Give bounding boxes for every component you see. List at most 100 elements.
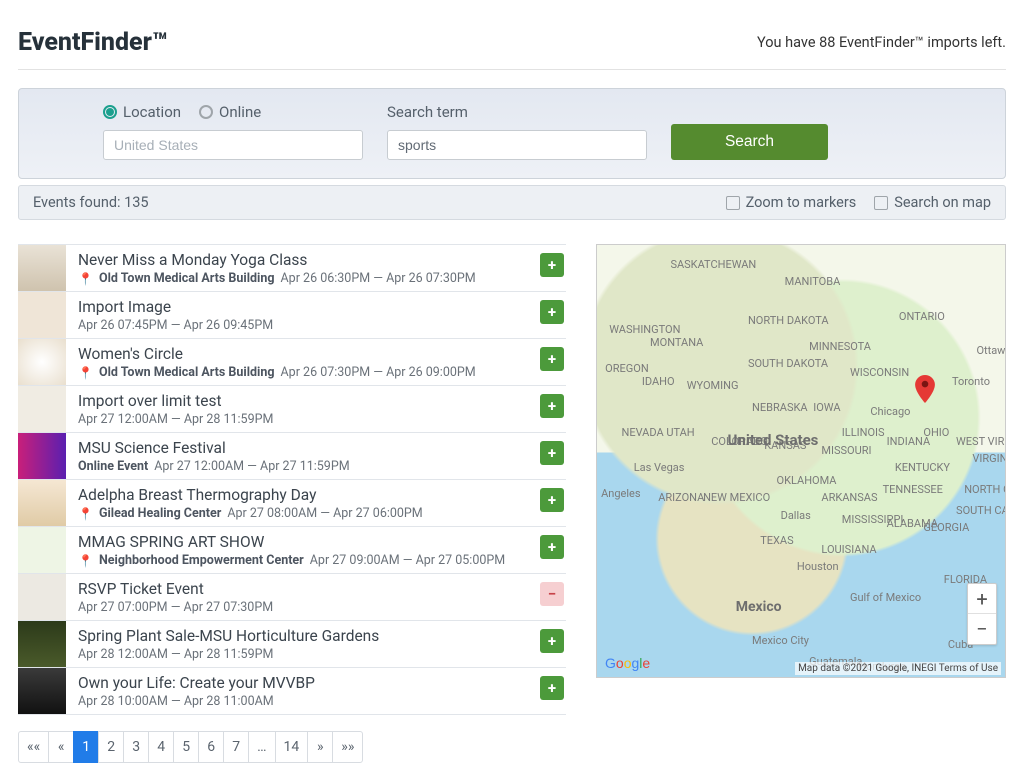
- checkbox-icon: [726, 196, 740, 210]
- map-label: VIRGINIA: [972, 452, 1006, 465]
- radio-location[interactable]: Location: [103, 103, 181, 121]
- page-…[interactable]: …: [248, 731, 275, 763]
- map-label: Chicago: [870, 405, 910, 418]
- map-label: OKLAHOMA: [777, 474, 837, 487]
- search-button[interactable]: Search: [671, 124, 828, 160]
- event-row[interactable]: MSU Science FestivalOnline EventApr 27 1…: [18, 433, 566, 480]
- location-pin-icon: 📍: [78, 507, 93, 521]
- event-meta: 📍Neighborhood Empowerment CenterApr 27 0…: [78, 553, 528, 568]
- map[interactable]: SASKATCHEWANMANITOBAONTARIOWASHINGTONMON…: [596, 244, 1006, 678]
- event-thumbnail: [18, 339, 66, 385]
- radio-online[interactable]: Online: [199, 103, 261, 121]
- zoom-in-button[interactable]: +: [968, 584, 996, 614]
- event-thumbnail: [18, 574, 66, 620]
- event-time: Apr 27 12:00AM — Apr 28 11:59PM: [78, 412, 273, 427]
- add-event-button[interactable]: +: [540, 347, 564, 371]
- map-label: Houston: [797, 560, 839, 573]
- page-14[interactable]: 14: [275, 731, 309, 763]
- add-event-button[interactable]: +: [540, 394, 564, 418]
- page-1[interactable]: 1: [73, 731, 99, 763]
- event-row[interactable]: MMAG SPRING ART SHOW📍Neighborhood Empowe…: [18, 527, 566, 574]
- event-time: Apr 27 07:00PM — Apr 27 07:30PM: [78, 600, 273, 615]
- event-time: Apr 28 10:00AM — Apr 28 11:00AM: [78, 694, 274, 709]
- map-label: NEBRASKA: [752, 401, 808, 414]
- event-list: Never Miss a Monday Yoga Class 📍Old Town …: [18, 244, 566, 715]
- event-body: MMAG SPRING ART SHOW📍Neighborhood Empowe…: [66, 527, 534, 573]
- add-event-button[interactable]: +: [540, 629, 564, 653]
- map-label: IOWA: [813, 401, 840, 414]
- map-label: IDAHO: [642, 375, 675, 388]
- event-row[interactable]: Import Image Apr 26 07:45PM — Apr 26 09:4…: [18, 292, 566, 339]
- radio-dot-icon: [103, 105, 117, 119]
- map-attribution: Map data ©2021 Google, INEGI Terms of Us…: [795, 662, 1001, 675]
- event-thumbnail: [18, 386, 66, 432]
- event-title: Import Image: [78, 298, 528, 316]
- map-label: MANITOBA: [785, 275, 841, 288]
- page-5[interactable]: 5: [173, 731, 199, 763]
- add-event-button[interactable]: +: [540, 441, 564, 465]
- event-meta: 📍Old Town Medical Arts BuildingApr 26 07…: [78, 365, 528, 380]
- location-input[interactable]: [103, 130, 363, 160]
- page-7[interactable]: 7: [223, 731, 249, 763]
- event-title: Never Miss a Monday Yoga Class: [78, 251, 528, 269]
- map-label: ILLINOIS: [842, 426, 885, 439]
- event-row[interactable]: Never Miss a Monday Yoga Class📍Old Town …: [18, 244, 566, 292]
- google-logo: Google: [605, 655, 650, 671]
- event-row[interactable]: Spring Plant Sale-MSU Horticulture Garde…: [18, 621, 566, 668]
- zoom-to-markers-checkbox[interactable]: Zoom to markers: [726, 194, 857, 211]
- event-meta: Apr 26 07:45PM — Apr 26 09:45PM: [78, 318, 528, 333]
- add-event-button[interactable]: +: [540, 253, 564, 277]
- map-label: Dallas: [781, 509, 811, 522]
- add-event-button[interactable]: +: [540, 676, 564, 700]
- page-»[interactable]: »: [307, 731, 333, 763]
- event-row[interactable]: Adelpha Breast Thermography Day 📍Gilead H…: [18, 480, 566, 527]
- event-title: Spring Plant Sale-MSU Horticulture Garde…: [78, 627, 528, 645]
- map-label: INDIANA: [887, 435, 930, 448]
- map-marker-icon[interactable]: [915, 375, 935, 403]
- search-on-map-checkbox[interactable]: Search on map: [874, 194, 991, 211]
- location-pin-icon: 📍: [78, 272, 93, 286]
- map-label: MINNESOTA: [809, 340, 871, 353]
- page-««[interactable]: ««: [18, 731, 49, 763]
- page-«[interactable]: «: [48, 731, 74, 763]
- event-row[interactable]: Own your Life: Create your MVVBP Apr 28 1…: [18, 668, 566, 715]
- event-row[interactable]: Import over limit test Apr 27 12:00AM — A…: [18, 386, 566, 433]
- page-3[interactable]: 3: [123, 731, 149, 763]
- map-label: WYOMING: [687, 379, 739, 392]
- add-event-button[interactable]: +: [540, 300, 564, 324]
- event-meta: Online EventApr 27 12:00AM — Apr 27 11:5…: [78, 459, 528, 474]
- search-term-label: Search term: [387, 103, 647, 130]
- event-title: Own your Life: Create your MVVBP: [78, 674, 528, 692]
- event-title: Adelpha Breast Thermography Day: [78, 486, 528, 504]
- map-country-us: United States: [728, 431, 819, 449]
- event-meta: Apr 28 10:00AM — Apr 28 11:00AM: [78, 694, 528, 709]
- event-location: Online Event: [78, 459, 148, 474]
- map-label: SOUTH CAROLINA: [956, 504, 1006, 517]
- event-row[interactable]: RSVP Ticket EventApr 27 07:00PM — Apr 27…: [18, 574, 566, 621]
- event-thumbnail: [18, 480, 66, 526]
- map-label: SASKATCHEWAN: [670, 258, 756, 271]
- page-2[interactable]: 2: [98, 731, 124, 763]
- map-label: Angeles: [601, 487, 640, 500]
- event-row[interactable]: Women's Circle📍Old Town Medical Arts Bui…: [18, 339, 566, 386]
- search-term-input[interactable]: [387, 130, 647, 160]
- map-label: ONTARIO: [899, 310, 945, 323]
- app-brand: EventFinder™: [18, 28, 168, 57]
- map-label: NEVADA: [621, 426, 663, 439]
- event-time: Apr 26 06:30PM — Apr 26 07:30PM: [281, 271, 476, 286]
- event-meta: 📍Gilead Healing CenterApr 27 08:00AM — A…: [78, 506, 528, 521]
- event-title: Import over limit test: [78, 392, 528, 410]
- map-label: SOUTH DAKOTA: [748, 357, 828, 370]
- radio-location-label: Location: [123, 103, 181, 121]
- zoom-out-button[interactable]: −: [968, 614, 996, 644]
- add-event-button[interactable]: +: [540, 488, 564, 512]
- add-event-button[interactable]: +: [540, 535, 564, 559]
- page-6[interactable]: 6: [198, 731, 224, 763]
- event-thumbnail: [18, 621, 66, 667]
- event-thumbnail: [18, 292, 66, 338]
- remove-event-button[interactable]: −: [540, 582, 564, 606]
- page-»»[interactable]: »»: [332, 731, 363, 763]
- map-label: MISSOURI: [821, 444, 871, 457]
- event-thumbnail: [18, 245, 66, 291]
- page-4[interactable]: 4: [148, 731, 174, 763]
